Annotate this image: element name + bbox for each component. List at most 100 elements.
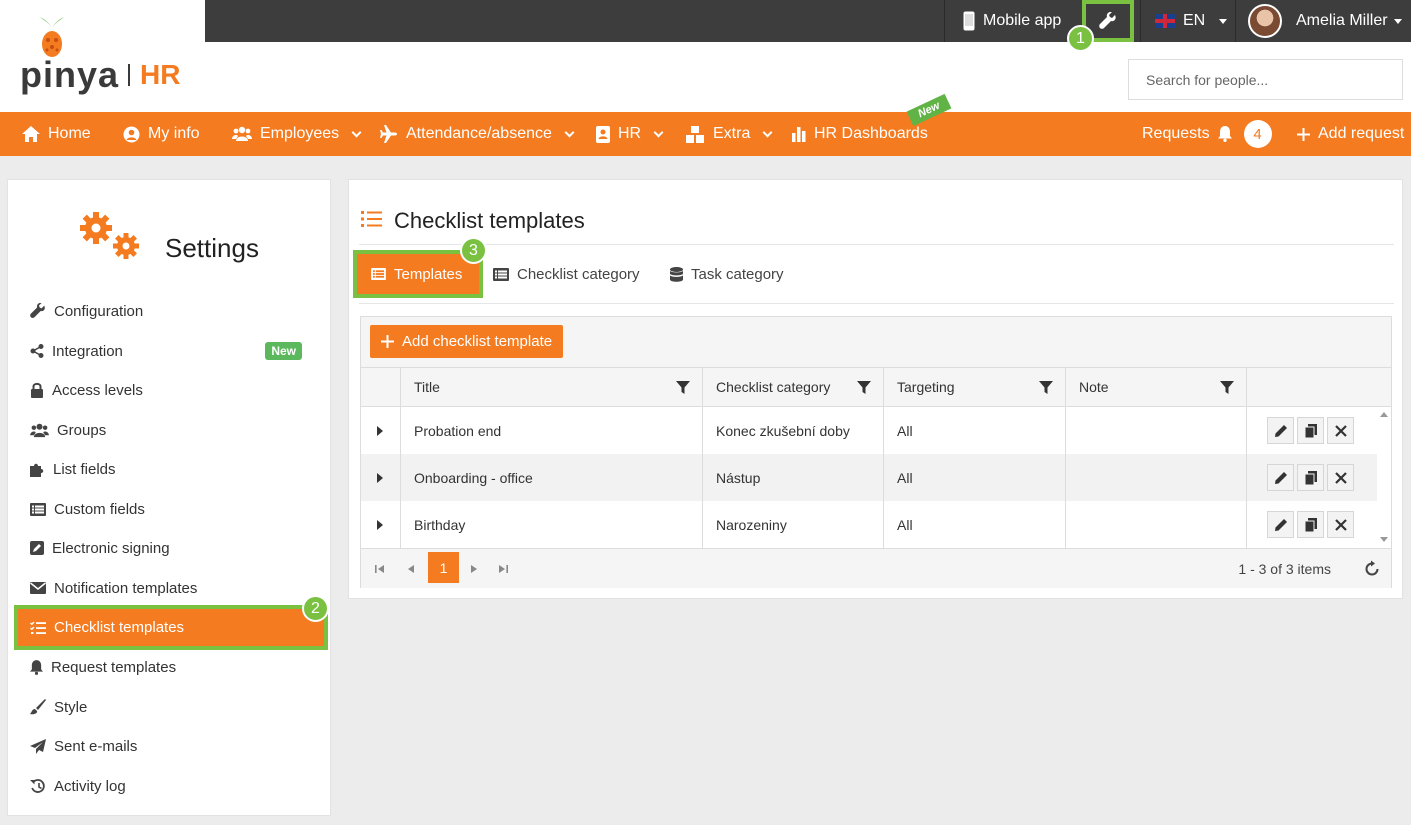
expand-row-icon[interactable] <box>377 520 383 530</box>
column-header-note[interactable]: Note <box>1065 368 1246 406</box>
sidebar-item-custom-fields[interactable]: Custom fields <box>26 493 326 525</box>
next-page-icon[interactable] <box>468 563 480 575</box>
puzzle-icon <box>30 463 44 477</box>
table-row[interactable]: Probation end Konec zkušební doby All <box>361 407 1377 454</box>
bar-chart-icon <box>792 126 806 142</box>
cell-actions <box>1246 454 1377 501</box>
tab-checklist-category[interactable]: Checklist category <box>493 254 640 294</box>
refresh-icon[interactable] <box>1363 560 1381 578</box>
cell-actions <box>1246 501 1377 548</box>
filter-icon[interactable] <box>676 381 690 395</box>
sidebar-item-integration[interactable]: Integration New <box>26 335 326 367</box>
sidebar-item-sent-emails[interactable]: Sent e-mails <box>26 730 326 762</box>
sidebar-item-checklist-templates[interactable]: Checklist templates <box>14 605 328 650</box>
last-page-icon[interactable] <box>497 563 509 575</box>
copy-button[interactable] <box>1297 417 1324 444</box>
cell-title: Probation end <box>400 407 702 454</box>
filter-icon[interactable] <box>1039 381 1053 395</box>
chevron-down-icon <box>762 127 773 137</box>
sidebar-item-request-templates[interactable]: Request templates <box>26 651 326 683</box>
nav-hr-dashboards[interactable]: HR Dashboards <box>792 112 928 156</box>
uk-flag-icon <box>1155 14 1175 28</box>
nav-add-request[interactable]: Add request <box>1297 112 1404 156</box>
tab-task-category[interactable]: Task category <box>670 254 784 294</box>
add-checklist-template-button[interactable]: Add checklist template <box>370 325 564 358</box>
filter-icon[interactable] <box>1220 381 1234 395</box>
close-icon <box>1334 518 1347 531</box>
vertical-scrollbar[interactable] <box>1377 407 1391 548</box>
expand-row-icon[interactable] <box>377 473 383 483</box>
search-input[interactable] <box>1129 60 1402 99</box>
nav-extra[interactable]: Extra <box>686 112 773 156</box>
nav-employees[interactable]: Employees <box>232 112 362 156</box>
copy-button[interactable] <box>1297 464 1324 491</box>
column-header-label: Targeting <box>897 379 955 395</box>
gears-icon <box>80 212 139 259</box>
filter-icon[interactable] <box>857 381 871 395</box>
nav-hr-label: HR <box>618 125 642 142</box>
table-row[interactable]: Birthday Narozeniny All <box>361 501 1377 548</box>
table-row[interactable]: Onboarding - office Nástup All <box>361 454 1377 501</box>
database-icon <box>670 266 683 282</box>
edit-button[interactable] <box>1267 464 1294 491</box>
language-selector[interactable]: EN <box>1140 0 1235 42</box>
sidebar-item-access-levels[interactable]: Access levels <box>26 374 326 406</box>
divider <box>359 244 1394 245</box>
settings-sidebar: Settings Configuration Integration New A… <box>7 179 331 816</box>
current-page-button[interactable]: 1 <box>428 552 459 583</box>
checklist-icon <box>361 211 382 227</box>
copy-button[interactable] <box>1297 511 1324 538</box>
caret-down-icon <box>1393 18 1402 24</box>
mobile-app-button[interactable]: Mobile app <box>944 0 1082 42</box>
nav-extra-label: Extra <box>713 125 751 142</box>
tab-label: Checklist category <box>517 265 640 283</box>
sidebar-item-electronic-signing[interactable]: Electronic signing <box>26 532 326 564</box>
cell-targeting: All <box>883 407 1065 454</box>
logo-product: HR <box>140 59 181 90</box>
grid-pager: 1 1 - 3 of 3 items <box>361 548 1391 588</box>
tab-templates[interactable]: Templates <box>353 250 483 298</box>
chevron-down-icon <box>351 127 362 137</box>
templates-grid: Add checklist template Title Checklist c… <box>360 316 1392 588</box>
sidebar-item-groups[interactable]: Groups <box>26 414 326 446</box>
prev-page-icon[interactable] <box>405 563 417 575</box>
cell-category: Konec zkušební doby <box>702 407 883 454</box>
nav-home[interactable]: Home <box>22 112 91 156</box>
delete-button[interactable] <box>1327 464 1354 491</box>
user-menu[interactable]: Amelia Miller <box>1235 0 1411 42</box>
column-header-title[interactable]: Title <box>400 368 702 406</box>
nav-attendance[interactable]: Attendance/absence <box>380 112 575 156</box>
sidebar-item-configuration[interactable]: Configuration <box>26 295 326 327</box>
edit-button[interactable] <box>1267 511 1294 538</box>
sidebar-item-label: Activity log <box>54 777 126 795</box>
sidebar-item-list-fields[interactable]: List fields <box>26 453 326 485</box>
sidebar-item-label: Checklist templates <box>54 619 185 636</box>
column-header-checklist-category[interactable]: Checklist category <box>702 368 883 406</box>
edit-button[interactable] <box>1267 417 1294 444</box>
pencil-icon <box>1274 424 1287 437</box>
pinya-hr-logo[interactable]: pinya HR <box>20 14 190 96</box>
plus-icon <box>1297 127 1310 141</box>
people-search <box>1128 59 1403 100</box>
column-header-targeting[interactable]: Targeting <box>883 368 1065 406</box>
expand-row-icon[interactable] <box>377 426 383 436</box>
cell-category: Narozeniny <box>702 501 883 548</box>
sidebar-item-style[interactable]: Style <box>26 691 326 723</box>
nav-requests[interactable]: Requests 4 <box>1142 112 1272 156</box>
sidebar-item-activity-log[interactable]: Activity log <box>26 770 326 802</box>
cell-targeting: All <box>883 454 1065 501</box>
cell-note <box>1065 501 1246 548</box>
step-marker-2: 2 <box>302 595 329 622</box>
nav-my-info[interactable]: My info <box>123 112 200 156</box>
nav-add-request-label: Add request <box>1318 125 1405 142</box>
chevron-down-icon <box>653 127 664 137</box>
nav-hr[interactable]: HR <box>596 112 664 156</box>
first-page-icon[interactable] <box>374 563 386 575</box>
delete-button[interactable] <box>1327 511 1354 538</box>
sidebar-item-notification-templates[interactable]: Notification templates <box>26 572 326 604</box>
wrench-icon <box>30 303 45 318</box>
step-marker-3: 3 <box>460 237 487 264</box>
plus-icon <box>381 335 394 348</box>
chevron-down-icon <box>564 127 575 137</box>
delete-button[interactable] <box>1327 417 1354 444</box>
